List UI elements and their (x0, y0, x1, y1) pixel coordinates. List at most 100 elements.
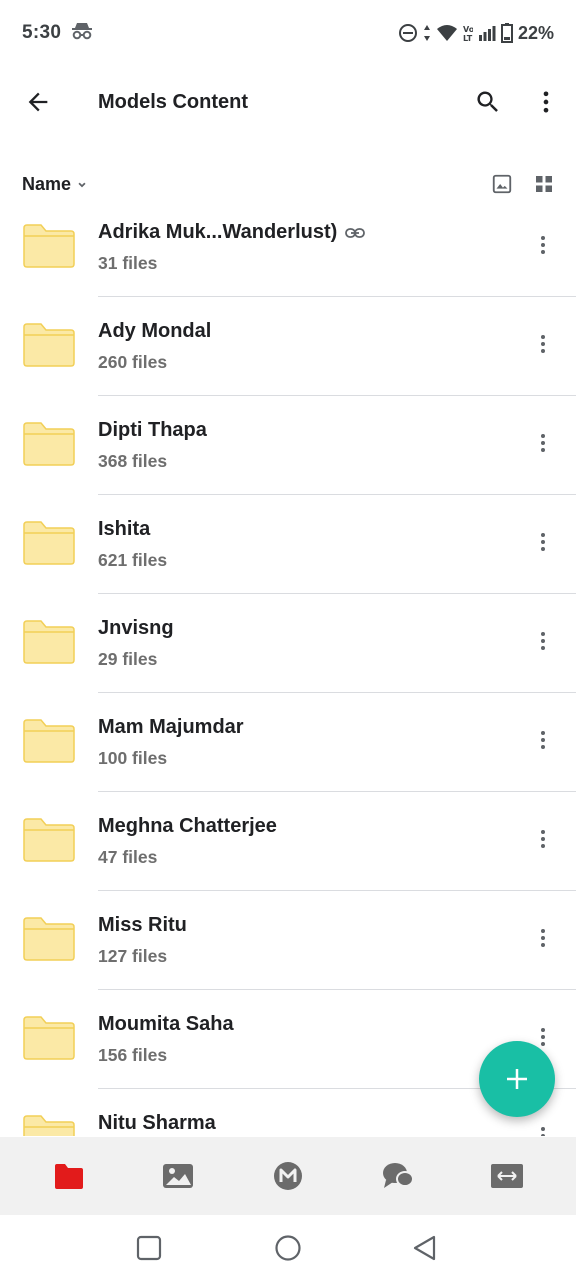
folder-file-count: 621 files (98, 550, 168, 570)
volte-icon: VoLTE (463, 24, 473, 42)
folder-icon (23, 917, 75, 961)
folder-file-count: 100 files (98, 748, 168, 768)
folder-row[interactable]: Ady Mondal 260 files (0, 297, 576, 396)
grid-view-icon (536, 176, 552, 192)
back-button[interactable] (20, 84, 56, 120)
system-back-button[interactable] (410, 1233, 440, 1263)
folder-options-button[interactable] (528, 527, 558, 557)
recents-square-icon (136, 1235, 162, 1261)
folder-name: Ady Mondal (98, 320, 211, 343)
battery-icon (500, 23, 513, 43)
folder-row[interactable]: Jnvisng 29 files (0, 594, 576, 693)
chat-icon (382, 1163, 414, 1188)
folder-file-count: 368 files (98, 451, 168, 471)
thumbnail-view-button[interactable] (488, 170, 516, 198)
dnd-icon (398, 23, 418, 43)
folder-list: Adrika Muk...Wanderlust) 31 files Ady Mo… (0, 198, 576, 1136)
folder-icon (23, 719, 75, 763)
more-vert-icon (541, 929, 545, 947)
home-button[interactable] (273, 1233, 303, 1263)
folder-row[interactable]: Dipti Thapa 368 files (0, 396, 576, 495)
folder-icon (23, 818, 75, 862)
signal-icon (478, 25, 496, 41)
plus-icon (507, 1069, 527, 1089)
folder-icon (23, 1016, 75, 1060)
nav-photos[interactable] (150, 1148, 206, 1204)
chevron-down-icon (78, 182, 86, 187)
folder-options-button[interactable] (528, 1121, 558, 1136)
nav-home[interactable] (260, 1148, 316, 1204)
folder-file-count: 156 files (98, 1045, 168, 1065)
svg-text:LTE: LTE (463, 34, 473, 42)
nav-transfers[interactable] (479, 1148, 535, 1204)
search-icon (477, 91, 498, 112)
folder-options-button[interactable] (528, 230, 558, 260)
back-arrow-icon (28, 92, 48, 112)
folder-file-count: 127 files (98, 946, 168, 966)
folder-icon (23, 422, 75, 466)
more-vert-icon (541, 434, 545, 452)
page-title: Models Content (98, 91, 248, 113)
more-vert-icon (541, 731, 545, 749)
transfers-icon (491, 1164, 524, 1188)
folder-icon (23, 1115, 75, 1136)
folder-file-count: 260 files (98, 352, 168, 372)
folder-name-text: Miss Ritu (98, 914, 187, 936)
folder-name-text: Ishita (98, 518, 151, 540)
folder-row[interactable]: Mam Majumdar 100 files (0, 693, 576, 792)
more-vert-icon (541, 830, 545, 848)
folder-options-button[interactable] (528, 824, 558, 854)
files-folder-icon (54, 1164, 83, 1189)
battery-percent: 22% (517, 22, 554, 43)
folder-options-button[interactable] (528, 725, 558, 755)
folder-icon (23, 521, 75, 565)
status-time: 5:30 (22, 22, 62, 43)
link-icon (345, 227, 366, 238)
folder-row[interactable]: Miss Ritu 127 files (0, 891, 576, 990)
folder-row[interactable]: Ishita 621 files (0, 495, 576, 594)
more-options-button[interactable] (528, 84, 564, 120)
add-fab-button[interactable] (479, 1041, 555, 1117)
app-bar: Models Content (0, 66, 576, 142)
folder-name: Meghna Chatterjee (98, 815, 277, 838)
folder-name-text: Meghna Chatterjee (98, 815, 277, 837)
folder-name: Dipti Thapa (98, 419, 207, 442)
folder-icon (23, 620, 75, 664)
more-vert-icon (541, 335, 545, 353)
nav-chat[interactable] (370, 1148, 426, 1204)
bottom-navigation (0, 1137, 576, 1215)
status-bar: 5:30 VoLTE 22% (0, 0, 576, 66)
sort-label: Name (22, 174, 72, 194)
more-vert-icon (541, 236, 545, 254)
folder-name-text: Ady Mondal (98, 320, 212, 342)
back-triangle-icon (413, 1235, 436, 1261)
folder-file-count: 47 files (98, 847, 158, 867)
search-button[interactable] (470, 84, 506, 120)
folder-row[interactable]: Meghna Chatterjee 47 files (0, 792, 576, 891)
sort-by-name-button[interactable]: Name (22, 174, 89, 195)
folder-options-button[interactable] (528, 329, 558, 359)
folder-icon (23, 224, 75, 268)
photos-icon (163, 1164, 194, 1188)
grid-view-button[interactable] (530, 170, 558, 198)
folder-options-button[interactable] (528, 428, 558, 458)
nav-cloud-drive[interactable] (41, 1148, 97, 1204)
folder-name: Ishita (98, 518, 150, 541)
home-circle-icon (275, 1235, 301, 1261)
folder-file-count: 29 files (98, 649, 158, 669)
folder-row[interactable]: Adrika Muk...Wanderlust) 31 files (0, 198, 576, 297)
folder-name-text: Dipti Thapa (98, 419, 207, 441)
folder-icon (23, 323, 75, 367)
more-vert-icon (541, 1127, 545, 1136)
folder-name: Moumita Saha (98, 1013, 234, 1036)
folder-file-count: 31 files (98, 253, 158, 273)
recents-button[interactable] (134, 1233, 164, 1263)
wifi-icon (436, 24, 458, 42)
incognito-icon (71, 21, 93, 46)
folder-name-text: Moumita Saha (98, 1013, 234, 1035)
folder-name: Jnvisng (98, 617, 174, 640)
folder-options-button[interactable] (528, 626, 558, 656)
more-vert-icon (543, 91, 549, 113)
folder-options-button[interactable] (528, 923, 558, 953)
folder-name: Adrika Muk...Wanderlust) (98, 221, 366, 244)
